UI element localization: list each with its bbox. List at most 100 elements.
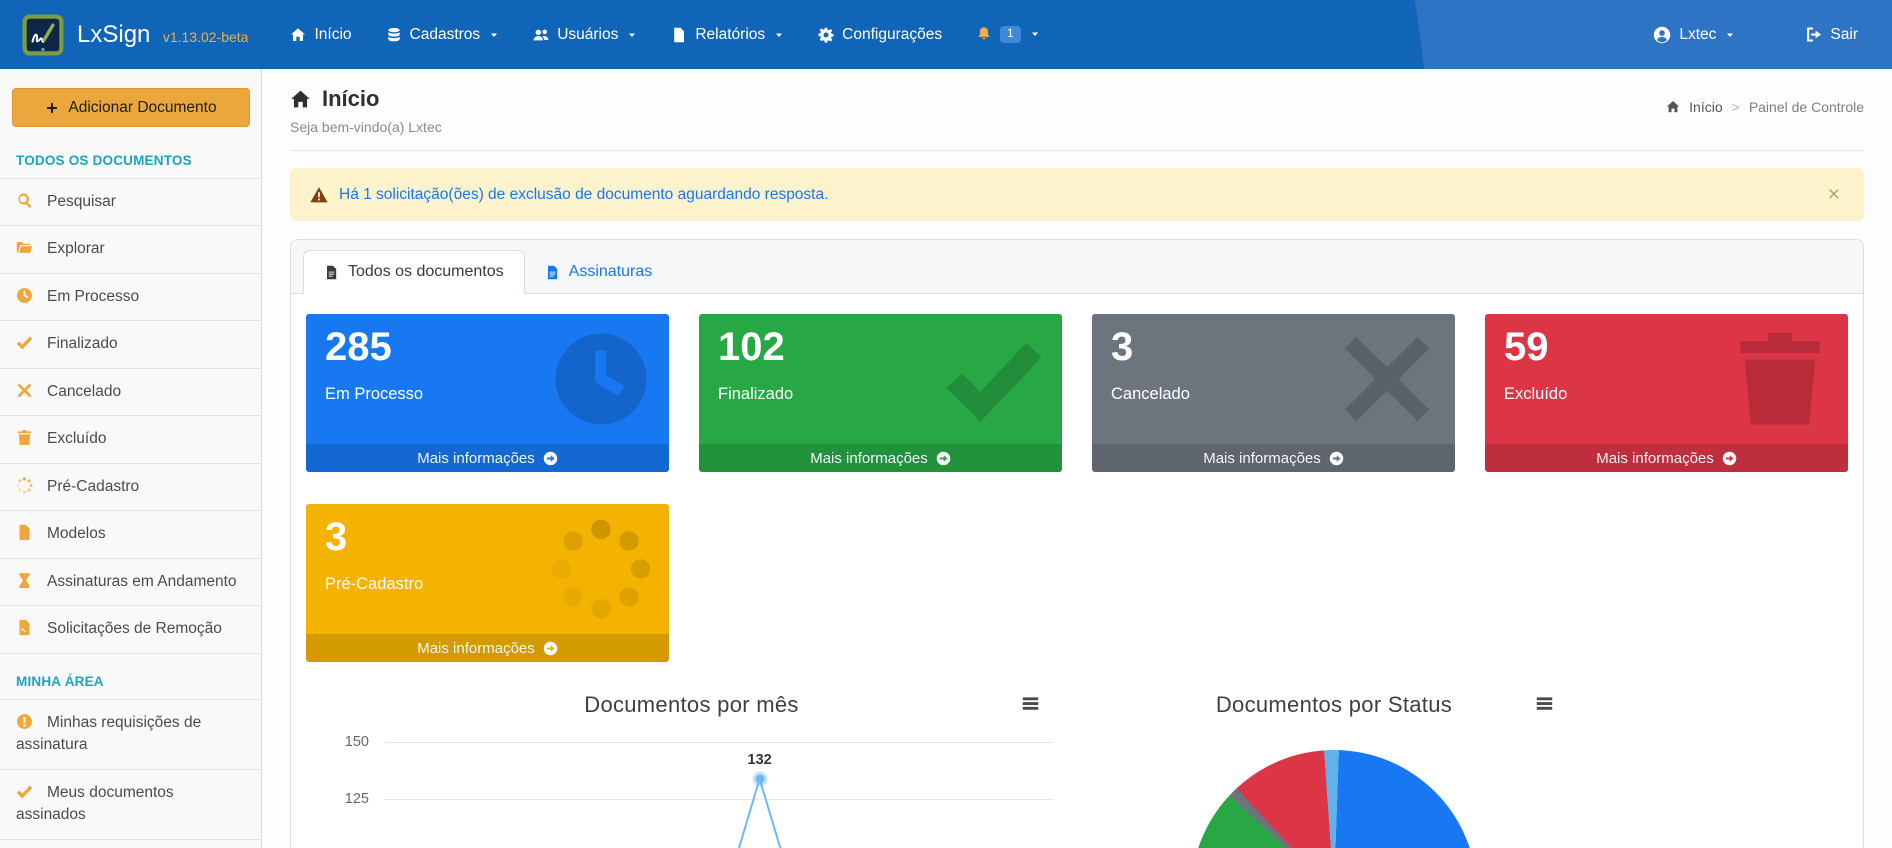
sidebar-item-pesquisar[interactable]: Pesquisar: [0, 179, 261, 226]
tab-assinaturas[interactable]: Assinaturas: [525, 250, 673, 294]
sidebar-item-finalizado[interactable]: Finalizado: [0, 321, 261, 368]
sidebar-item-assinaturas-em-andamento[interactable]: Assinaturas em Andamento: [0, 559, 261, 606]
breadcrumb-home[interactable]: Início: [1689, 99, 1722, 115]
caret-down-icon: [627, 30, 637, 40]
arrow-circle-right-icon: [1329, 451, 1344, 466]
arrow-circle-right-icon: [936, 451, 951, 466]
sign-out-icon: [1805, 26, 1822, 43]
sidebar-item-label: Finalizado: [47, 335, 118, 352]
chart-menu-icon[interactable]: [1020, 694, 1041, 713]
more-info-link[interactable]: Mais informações: [1092, 444, 1455, 472]
breadcrumb: Início > Painel de Controle: [1666, 99, 1864, 115]
navbar-right: Lxtec Sair: [1653, 26, 1892, 44]
user-menu[interactable]: Lxtec: [1653, 26, 1735, 44]
menu-item-relatorios[interactable]: Relatórios: [671, 26, 784, 44]
dashboard-panel: Todos os documentos Assinaturas 285 Em P…: [290, 239, 1864, 848]
check-icon: [16, 334, 33, 351]
spinner-icon: [16, 477, 33, 494]
logout-button[interactable]: Sair: [1805, 26, 1858, 44]
content-header: Início Seja bem-vindo(a) Lxtec Início > …: [290, 69, 1864, 135]
info-box-value: 59: [1485, 314, 1848, 370]
page-title: Início: [322, 86, 379, 112]
notifications-menu[interactable]: 1: [976, 26, 1039, 44]
tab-label: Todos os documentos: [348, 263, 504, 281]
more-info-label: Mais informações: [810, 450, 928, 467]
gear-icon: [818, 27, 834, 43]
sidebar-item-explorar[interactable]: Explorar: [0, 226, 261, 273]
sidebar-item-solicitacoes-exclusao-processos[interactable]: Solicitações de Exclusão do Processos: [0, 840, 261, 848]
tab-label: Assinaturas: [569, 263, 653, 281]
times-icon: [16, 382, 33, 399]
line-chart-plot: 150 125 132: [321, 742, 1062, 848]
more-info-label: Mais informações: [1203, 450, 1321, 467]
data-point-marker: [755, 775, 764, 784]
add-document-button[interactable]: Adicionar Documento: [12, 88, 250, 127]
menu-item-cadastros[interactable]: Cadastros: [386, 26, 500, 44]
sidebar-item-label: Excluído: [47, 430, 106, 447]
arrow-circle-right-icon: [1722, 451, 1737, 466]
check-icon: [16, 783, 33, 800]
info-box-label: Em Processo: [306, 370, 669, 404]
sidebar-item-label: Solicitações de Remoção: [47, 620, 222, 637]
menu-item-usuarios[interactable]: Usuários: [533, 26, 637, 44]
info-box-excluido: 59 Excluído Mais informações: [1485, 314, 1848, 472]
add-document-label: Adicionar Documento: [68, 99, 216, 117]
caret-down-icon: [489, 30, 499, 40]
clock-icon: [16, 287, 33, 304]
file-alt-icon: [545, 265, 560, 280]
more-info-link[interactable]: Mais informações: [306, 634, 669, 662]
info-box-value: 3: [306, 504, 669, 560]
exclamation-circle-icon: [16, 713, 33, 730]
more-info-label: Mais informações: [417, 450, 535, 467]
chart-title: Documentos por Status: [1092, 692, 1576, 718]
file-signature-icon: [16, 619, 33, 636]
caret-down-icon: [1030, 29, 1040, 39]
info-box-value: 3: [1092, 314, 1455, 370]
sidebar-section-todos-os-documentos: TODOS OS DOCUMENTOS: [0, 133, 261, 179]
logout-label: Sair: [1830, 26, 1858, 44]
sidebar-item-label: Minhas requisições de assinatura: [16, 714, 201, 753]
alert-text: Há 1 solicitação(ões) de exclusão de doc…: [339, 186, 828, 204]
menu-label: Configurações: [842, 26, 942, 44]
sidebar-item-solicitacoes-de-remocao[interactable]: Solicitações de Remoção: [0, 606, 261, 653]
exclusion-request-alert: Há 1 solicitação(ões) de exclusão de doc…: [290, 168, 1864, 221]
file-alt-icon: [324, 265, 339, 280]
warning-icon: [310, 186, 328, 204]
folder-open-icon: [16, 239, 33, 256]
line-series: [385, 742, 1054, 848]
sidebar-item-pre-cadastro[interactable]: Pré-Cadastro: [0, 464, 261, 511]
breadcrumb-separator: >: [1732, 99, 1740, 115]
more-info-link[interactable]: Mais informações: [1485, 444, 1848, 472]
sidebar-item-minhas-requisicoes[interactable]: Minhas requisições de assinatura: [0, 700, 261, 770]
tab-todos-os-documentos[interactable]: Todos os documentos: [303, 250, 525, 294]
sidebar-item-label: Modelos: [47, 525, 106, 542]
sidebar: Adicionar Documento TODOS OS DOCUMENTOS …: [0, 69, 262, 848]
file-icon: [16, 524, 33, 541]
notification-badge: 1: [1000, 26, 1020, 44]
sidebar-item-cancelado[interactable]: Cancelado: [0, 369, 261, 416]
breadcrumb-current: Painel de Controle: [1749, 99, 1864, 115]
main-content: Início Seja bem-vindo(a) Lxtec Início > …: [262, 69, 1892, 848]
more-info-link[interactable]: Mais informações: [699, 444, 1062, 472]
sidebar-item-meus-documentos-assinados[interactable]: Meus documentos assinados: [0, 770, 261, 840]
plus-icon: [45, 101, 59, 115]
menu-item-inicio[interactable]: Início: [290, 26, 351, 44]
more-info-link[interactable]: Mais informações: [306, 444, 669, 472]
user-name: Lxtec: [1679, 26, 1716, 44]
app-logo[interactable]: LxSign v1.13.02-beta: [0, 14, 274, 56]
search-icon: [16, 192, 33, 209]
main-menu: Início Cadastros Usuários Relatórios Con…: [290, 26, 1039, 44]
menu-label: Início: [314, 26, 351, 44]
info-box-grid: 285 Em Processo Mais informações 102 Fin…: [306, 314, 1848, 662]
chart-menu-icon[interactable]: [1534, 694, 1555, 713]
sidebar-item-excluido[interactable]: Excluído: [0, 416, 261, 463]
alert-close-button[interactable]: ×: [1824, 184, 1844, 205]
sidebar-item-modelos[interactable]: Modelos: [0, 511, 261, 558]
sidebar-section-minha-area: MINHA ÁREA: [0, 654, 261, 700]
caret-down-icon: [1725, 30, 1735, 40]
menu-item-configuracoes[interactable]: Configurações: [818, 26, 942, 44]
header-divider: [290, 150, 1864, 151]
sidebar-item-em-processo[interactable]: Em Processo: [0, 274, 261, 321]
data-point-label: 132: [748, 752, 772, 768]
chart-documentos-por-mes: Documentos por mês 150 125 132: [306, 692, 1077, 848]
